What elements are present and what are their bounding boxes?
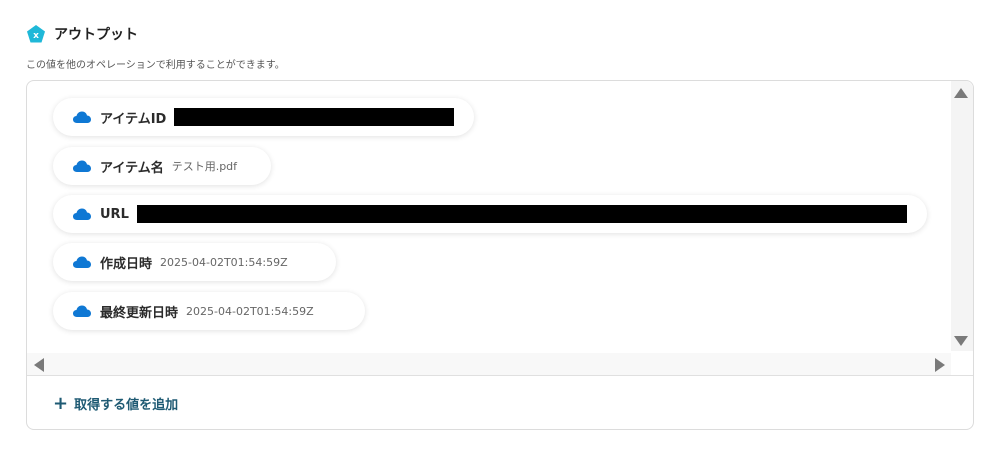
- horizontal-scrollbar[interactable]: [27, 353, 951, 375]
- onedrive-cloud-icon: [73, 160, 91, 172]
- output-label: 最終更新日時: [100, 305, 179, 321]
- onedrive-cloud-icon: [73, 305, 91, 317]
- output-label: 作成日時: [100, 256, 153, 272]
- redacted-value: [136, 205, 907, 223]
- scroll-left-arrow-icon[interactable]: [34, 358, 44, 372]
- scroll-right-arrow-icon[interactable]: [935, 358, 945, 372]
- output-list-scroll-area[interactable]: アイテムID アイテム名 テスト用.pdf URL 作成日時 2025-04-0…: [27, 81, 973, 376]
- redacted-value: [174, 108, 454, 126]
- output-header: x アウトプット: [26, 24, 138, 44]
- vertical-scrollbar[interactable]: [951, 81, 973, 351]
- output-item-url[interactable]: URL: [53, 195, 927, 233]
- onedrive-cloud-icon: [73, 111, 91, 123]
- section-description: この値を他のオペレーションで利用することができます。: [26, 60, 285, 71]
- output-value: 2025-04-02T01:54:59Z: [160, 255, 288, 269]
- scroll-down-arrow-icon[interactable]: [954, 336, 968, 346]
- output-panel: アイテムID アイテム名 テスト用.pdf URL 作成日時 2025-04-0…: [26, 80, 974, 430]
- output-item-item-id[interactable]: アイテムID: [53, 98, 474, 136]
- add-value-label: 取得する値を追加: [74, 398, 179, 413]
- pentagon-x-icon: x: [27, 25, 45, 43]
- section-title: アウトプット: [54, 27, 138, 43]
- plus-icon: +: [53, 392, 69, 414]
- onedrive-cloud-icon: [73, 208, 91, 220]
- output-value: 2025-04-02T01:54:59Z: [186, 304, 314, 318]
- scroll-up-arrow-icon[interactable]: [954, 88, 968, 98]
- output-item-created-at[interactable]: 作成日時 2025-04-02T01:54:59Z: [53, 243, 336, 281]
- output-label: アイテムID: [100, 111, 167, 127]
- output-value: テスト用.pdf: [171, 160, 238, 173]
- output-item-item-name[interactable]: アイテム名 テスト用.pdf: [53, 147, 271, 185]
- output-item-modified-at[interactable]: 最終更新日時 2025-04-02T01:54:59Z: [53, 292, 365, 330]
- output-label: URL: [100, 206, 129, 222]
- output-label: アイテム名: [100, 160, 164, 176]
- svg-text:x: x: [33, 31, 39, 41]
- onedrive-cloud-icon: [73, 256, 91, 268]
- add-value-button[interactable]: + 取得する値を追加: [53, 394, 178, 413]
